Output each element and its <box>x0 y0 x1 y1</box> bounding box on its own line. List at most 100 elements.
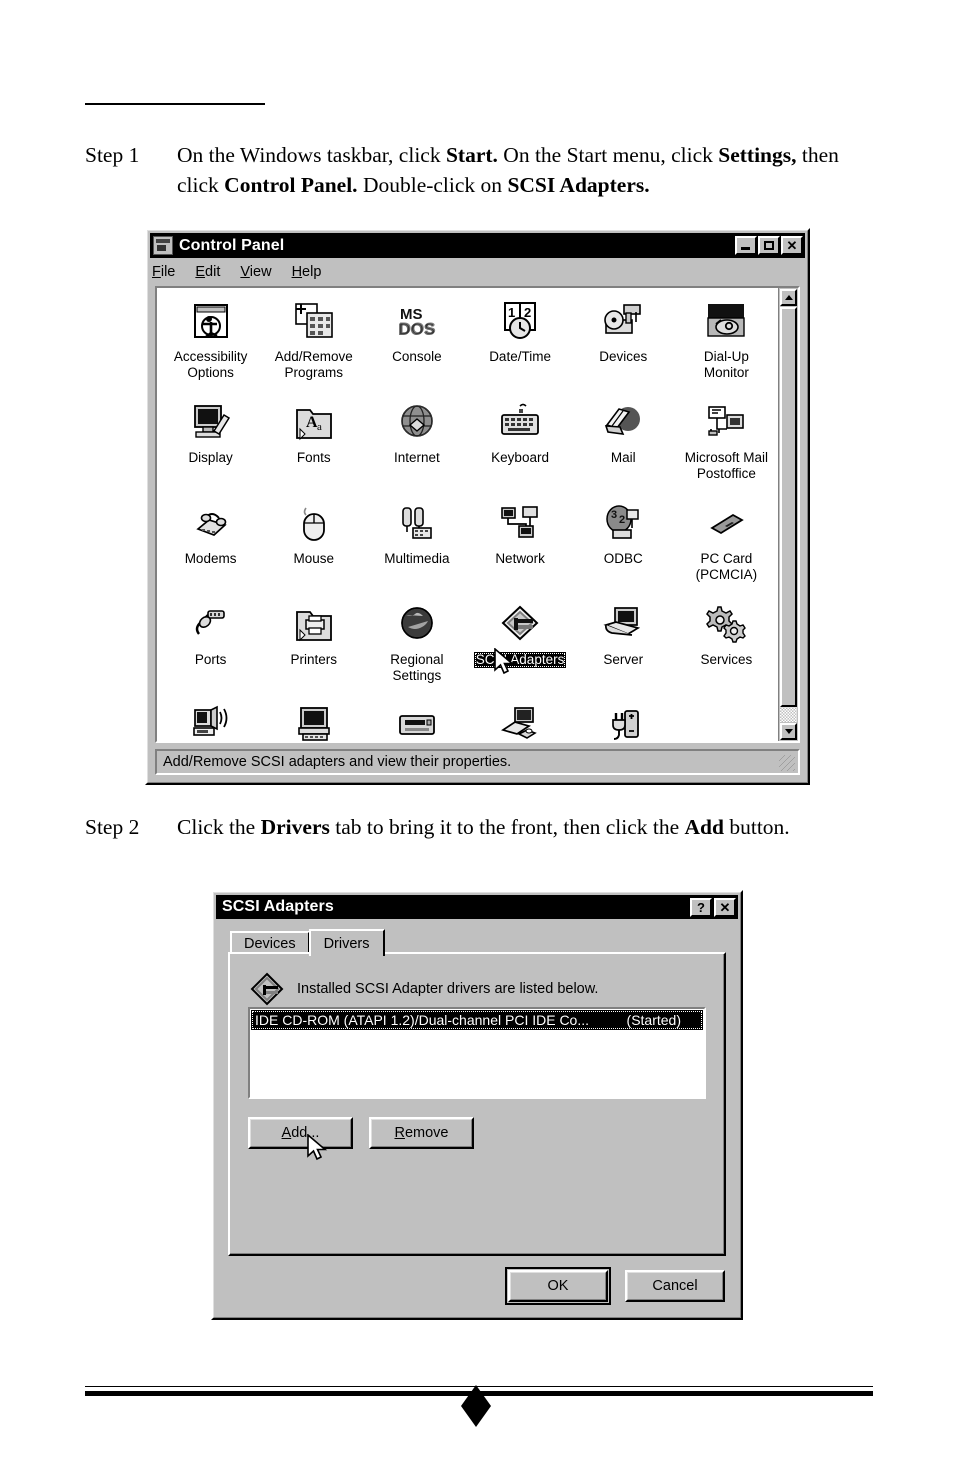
control-panel-item-add-remove[interactable]: Add/Remove Programs <box>262 292 365 393</box>
remove-button[interactable]: Remove <box>369 1117 474 1149</box>
driver-name: IDE CD-ROM (ATAPI 1.2)/Dual-channel PCI … <box>255 1012 590 1028</box>
scsi-adapters-dialog[interactable]: SCSI Adapters ? ✕ Devices Drivers Instal… <box>211 890 743 1320</box>
add-button[interactable]: Add... <box>248 1117 353 1149</box>
tape-devices-icon <box>394 702 440 741</box>
control-panel-item-multimedia[interactable]: Multimedia <box>365 494 468 595</box>
control-panel-item-microsoft-mail[interactable]: Microsoft Mail Postoffice <box>675 393 778 494</box>
control-panel-item-internet[interactable]: Internet <box>365 393 468 494</box>
control-panel-window[interactable]: Control Panel ✕ File Edit View Help Acce… <box>145 228 810 785</box>
window-controls[interactable]: ✕ <box>735 236 805 255</box>
step-1-label: Step 1 <box>85 143 140 167</box>
microsoft-mail-postoffice-icon <box>703 399 749 445</box>
scsi-adapters-icon <box>497 601 543 647</box>
control-panel-item-date-time[interactable]: 1 2 Date/Time <box>468 292 571 393</box>
ok-button[interactable]: OK <box>505 1267 611 1305</box>
control-panel-item-fonts[interactable]: Aa Fonts <box>262 393 365 494</box>
control-panel-icon <box>153 236 173 255</box>
control-panel-item-row5-25[interactable] <box>262 696 365 741</box>
tab-drivers[interactable]: Drivers <box>308 929 385 956</box>
resize-grip[interactable] <box>779 755 795 771</box>
control-panel-item-label: Modems <box>184 551 237 566</box>
control-panel-item-odbc[interactable]: 3 2 ODBC <box>572 494 675 595</box>
menu-help-rest: elp <box>302 264 322 280</box>
control-panel-item-label: Display <box>188 450 233 465</box>
control-panel-item-ports[interactable]: Ports <box>159 595 262 696</box>
dialog-action-buttons[interactable]: OK Cancel <box>505 1267 725 1305</box>
control-panel-item-devices[interactable]: Devices <box>572 292 675 393</box>
control-panel-item-label: Mouse <box>293 551 334 566</box>
control-panel-icon-grid[interactable]: Accessibility Options Add/Remove Programs… <box>157 292 778 741</box>
step-2-label: Step 2 <box>85 815 140 839</box>
control-panel-item-row5-26[interactable] <box>365 696 468 741</box>
dialog-titlebar[interactable]: SCSI Adapters ? ✕ <box>216 895 738 919</box>
control-panel-item-label: Regional Settings <box>390 652 444 683</box>
system-icon <box>291 702 337 741</box>
dialog-tabstrip[interactable]: Devices Drivers <box>230 928 385 956</box>
control-panel-item-row5-24[interactable] <box>159 696 262 741</box>
control-panel-item-keyboard[interactable]: Keyboard <box>468 393 571 494</box>
svg-text:DOS: DOS <box>399 319 436 338</box>
control-panel-item-modems[interactable]: Modems <box>159 494 262 595</box>
control-panel-item-mouse[interactable]: Mouse <box>262 494 365 595</box>
mail-icon <box>600 399 646 445</box>
add-remove-programs-icon <box>291 298 337 344</box>
control-panel-item-row5-28[interactable] <box>572 696 675 741</box>
services-gears-icon <box>703 601 749 647</box>
tab-devices[interactable]: Devices <box>230 931 310 954</box>
remove-accel: R <box>394 1125 405 1141</box>
scroll-down-button[interactable] <box>780 723 797 740</box>
control-panel-item-label: Devices <box>599 349 648 364</box>
odbc-icon: 32 <box>600 500 646 546</box>
help-button[interactable]: ? <box>690 897 712 917</box>
control-panel-item-services[interactable]: Services <box>675 595 778 696</box>
scsi-adapters-icon <box>250 972 284 1006</box>
cancel-button[interactable]: Cancel <box>625 1270 725 1302</box>
drivers-hint-text: Installed SCSI Adapter drivers are liste… <box>297 981 599 997</box>
control-panel-item-label: Dial-Up Monitor <box>703 349 749 380</box>
menu-edit-accel: E <box>195 264 206 280</box>
scrollbar-thumb[interactable] <box>780 307 797 707</box>
control-panel-item-server[interactable]: Server <box>572 595 675 696</box>
control-panel-item-network[interactable]: Network <box>468 494 571 595</box>
driver-list-item[interactable]: IDE CD-ROM (ATAPI 1.2)/Dual-channel PCI … <box>251 1010 703 1030</box>
control-panel-item-regional[interactable]: Regional Settings <box>365 595 468 696</box>
control-panel-item-label: Server <box>603 652 644 667</box>
control-panel-item-console[interactable]: MS DOS DOS Console <box>365 292 468 393</box>
control-panel-item-mail[interactable]: Mail <box>572 393 675 494</box>
control-panel-item-display[interactable]: Display <box>159 393 262 494</box>
control-panel-item-dial-up[interactable]: Dial-Up Monitor <box>675 292 778 393</box>
dialog-window-controls[interactable]: ? ✕ <box>690 897 738 917</box>
display-icon <box>188 399 234 445</box>
control-panel-item-label: Fonts <box>296 450 331 465</box>
control-panel-item-row5-27[interactable] <box>468 696 571 741</box>
server-icon <box>600 601 646 647</box>
text-run-0: On the Windows taskbar, click <box>177 143 446 167</box>
control-panel-titlebar[interactable]: Control Panel ✕ <box>150 233 805 258</box>
control-panel-statusbar: Add/Remove SCSI adapters and view their … <box>155 749 800 775</box>
menu-edit[interactable]: Edit <box>195 264 220 280</box>
menu-view[interactable]: View <box>240 264 271 280</box>
control-panel-item-printers[interactable]: Printers <box>262 595 365 696</box>
sounds-icon <box>188 702 234 741</box>
maximize-button[interactable] <box>758 236 780 255</box>
scroll-up-button[interactable] <box>780 289 797 306</box>
control-panel-item-scsi-adapters[interactable]: SCSI Adapters <box>468 595 571 696</box>
control-panel-icon-view[interactable]: Accessibility Options Add/Remove Programs… <box>155 286 800 743</box>
close-button[interactable]: ✕ <box>781 236 803 255</box>
driver-action-buttons[interactable]: Add... Remove <box>248 1117 474 1149</box>
control-panel-item-pc-card[interactable]: PC Card (PCMCIA) <box>675 494 778 595</box>
menu-help[interactable]: Help <box>292 264 322 280</box>
vertical-scrollbar[interactable] <box>778 288 798 741</box>
ok-button-label: OK <box>547 1278 569 1294</box>
remove-button-label: Remove <box>394 1125 449 1141</box>
drivers-listbox[interactable]: IDE CD-ROM (ATAPI 1.2)/Dual-channel PCI … <box>248 1007 706 1099</box>
menu-file[interactable]: File <box>152 264 175 280</box>
minimize-button[interactable] <box>735 236 757 255</box>
section-rule <box>85 103 265 105</box>
internet-globe-icon <box>394 399 440 445</box>
close-button[interactable]: ✕ <box>714 897 736 917</box>
mouse-icon <box>291 500 337 546</box>
ms-dos-console-icon: MS DOS DOS <box>394 298 440 344</box>
control-panel-item-accessibility[interactable]: Accessibility Options <box>159 292 262 393</box>
control-panel-menubar[interactable]: File Edit View Help <box>152 260 803 284</box>
